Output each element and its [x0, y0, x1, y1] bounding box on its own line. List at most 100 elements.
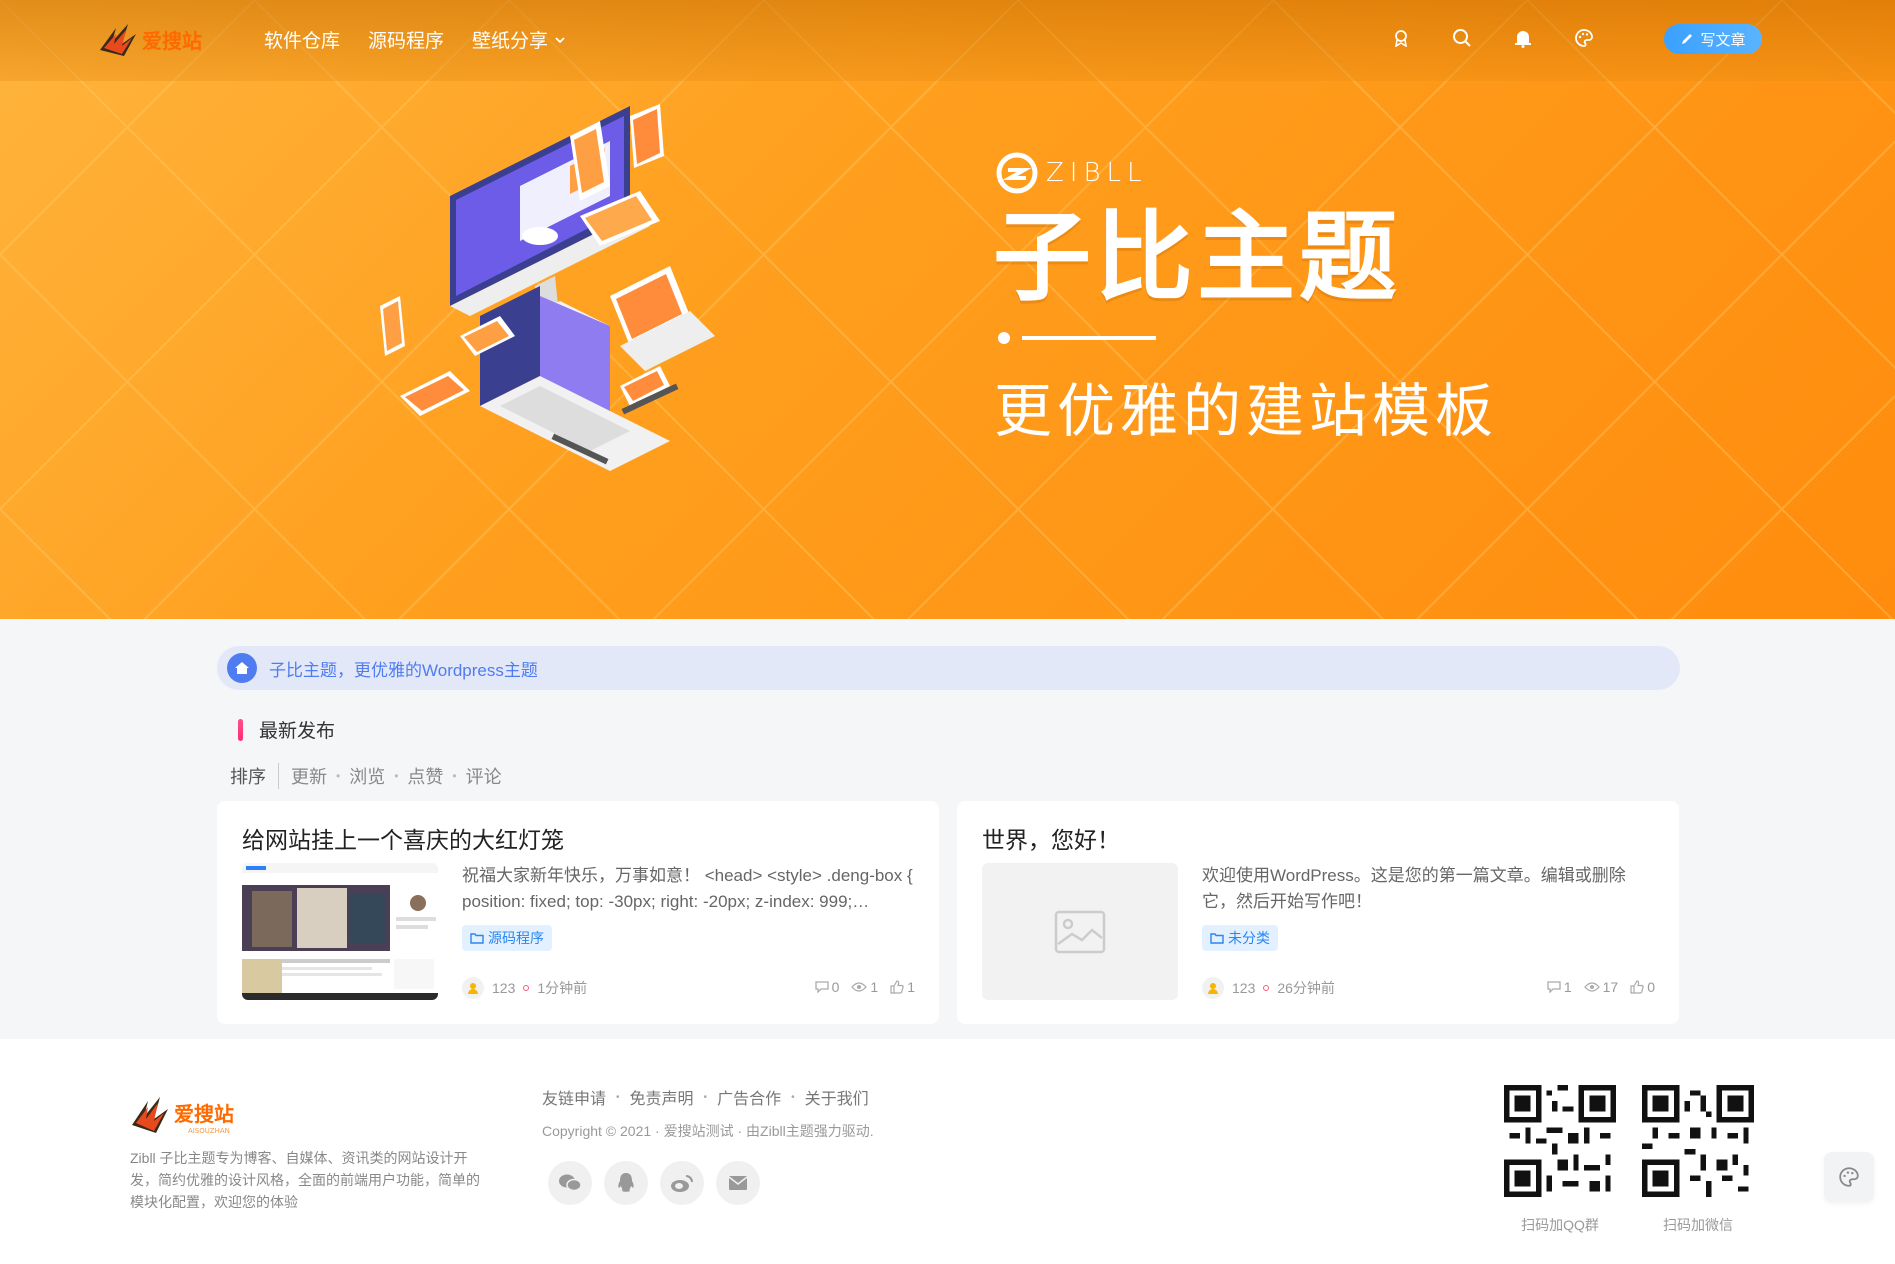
nav-label: 壁纸分享 — [472, 31, 549, 52]
post-stats: 1 17 0 — [1547, 979, 1655, 995]
hero-banner: ZIBLL 子比主题 更优雅的建站模板 — [0, 0, 1895, 619]
hero-subtitle: 更优雅的建站模板 — [994, 377, 1499, 445]
bell-icon[interactable] — [1512, 27, 1534, 49]
section-title: 最新发布 — [259, 721, 336, 742]
zibll-brand: ZIBLL — [996, 152, 1147, 194]
qr-code-image — [1504, 1085, 1616, 1197]
site-logo[interactable]: 爱搜站 — [98, 20, 210, 60]
footer-separator: • — [703, 1091, 708, 1103]
meta-dot — [1263, 985, 1270, 991]
post-card: 给网站挂上一个喜庆的大红灯笼 祝福大家新年快乐，万事如意！ <head> <st… — [217, 801, 939, 1024]
nav-label: 软件仓库 — [264, 31, 341, 52]
post-thumbnail[interactable] — [242, 863, 438, 1000]
sort-bar: 排序 更新 • 浏览 • 点赞 • 评论 — [230, 763, 502, 789]
pencil-icon — [1682, 34, 1693, 44]
post-title[interactable]: 世界，您好！ — [982, 821, 1120, 855]
like-count[interactable]: 0 — [1630, 979, 1655, 995]
theme-palette-button[interactable] — [1824, 1152, 1874, 1202]
hero-pattern — [0, 0, 1895, 619]
footer-separator: • — [616, 1091, 620, 1103]
palette-icon[interactable] — [1573, 27, 1595, 49]
qq-icon[interactable] — [604, 1161, 648, 1205]
qr-qq-group: 扫码加QQ群 — [1504, 1085, 1616, 1235]
view-count: 17 — [1583, 979, 1619, 995]
weibo-icon[interactable] — [660, 1161, 704, 1205]
sort-separator: • — [394, 769, 399, 783]
nav-source-code[interactable]: 源码程序 — [368, 26, 444, 53]
svg-text:爱搜站: 爱搜站 — [174, 1102, 234, 1126]
wechat-icon[interactable] — [548, 1161, 592, 1205]
nav-label: 源码程序 — [368, 31, 445, 52]
qr-code-image — [1642, 1085, 1754, 1197]
footer-link[interactable]: 广告合作 — [717, 1085, 781, 1109]
palette-icon — [1839, 1167, 1859, 1187]
notice-bar: 子比主题，更优雅的Wordpress主题 — [217, 646, 1680, 690]
main-nav: 软件仓库 源码程序 壁纸分享 — [264, 26, 566, 53]
post-excerpt: 祝福大家新年快乐，万事如意！ <head> <style> .deng-box … — [462, 866, 913, 911]
post-meta: 123 26分钟前 — [1202, 977, 1335, 999]
comment-icon — [814, 981, 829, 993]
brand-text: ZIBLL — [1046, 158, 1148, 188]
write-article-button[interactable]: 写文章 — [1664, 24, 1762, 54]
qr-wechat: 扫码加微信 — [1642, 1085, 1754, 1235]
footer-link[interactable]: 友链申请 — [542, 1085, 606, 1109]
footer-description: Zibll 子比主题专为博客、自媒体、资讯类的网站设计开发，简约优雅的设计风格，… — [130, 1150, 480, 1210]
sort-updated[interactable]: 更新 — [291, 763, 327, 789]
folder-icon — [470, 933, 484, 944]
comment-count-value: 0 — [831, 979, 840, 995]
view-count-value: 17 — [1602, 979, 1619, 995]
post-card: 世界，您好！ 欢迎使用WordPress。这是您的第一篇文章。编辑或删除它，然后… — [957, 801, 1679, 1024]
copyright: Copyright © 2021 · 爱搜站测试 · 由Zibll主题强力驱动. — [542, 1123, 874, 1139]
section-header: 最新发布 — [238, 716, 335, 743]
thumbs-up-icon — [1630, 980, 1644, 994]
post-time: 1分钟前 — [537, 980, 588, 996]
view-count: 1 — [851, 979, 878, 995]
svg-text:爱搜站: 爱搜站 — [142, 29, 202, 53]
post-thumbnail-placeholder[interactable] — [982, 863, 1178, 1000]
footer-link[interactable]: 免责声明 — [630, 1085, 694, 1109]
author-name[interactable]: 123 — [492, 980, 515, 996]
section-accent-bar — [238, 718, 243, 741]
sort-comments[interactable]: 评论 — [466, 763, 502, 789]
category-label: 未分类 — [1228, 930, 1270, 946]
eye-icon — [851, 982, 868, 992]
avatar[interactable] — [1202, 977, 1224, 999]
chevron-down-icon — [555, 36, 565, 43]
site-footer: 爱搜站 AISOUZHAN Zibll 子比主题专为博客、自媒体、资讯类的网站设… — [0, 1039, 1895, 1264]
medal-icon[interactable] — [1390, 27, 1412, 49]
category-tag[interactable]: 源码程序 — [462, 925, 552, 951]
sort-separator: • — [336, 769, 341, 783]
notice-text[interactable]: 子比主题，更优雅的Wordpress主题 — [269, 656, 538, 681]
hero-divider — [998, 332, 1156, 344]
search-icon[interactable] — [1451, 27, 1473, 49]
post-title[interactable]: 给网站挂上一个喜庆的大红灯笼 — [242, 821, 564, 855]
footer-link[interactable]: 关于我们 — [805, 1085, 869, 1109]
write-label: 写文章 — [1700, 31, 1746, 49]
comment-icon — [1547, 981, 1561, 993]
footer-logo[interactable]: 爱搜站 AISOUZHAN — [130, 1089, 250, 1139]
comment-count: 1 — [1547, 979, 1572, 995]
nav-software[interactable]: 软件仓库 — [264, 26, 340, 53]
qr-label: 扫码加QQ群 — [1521, 1217, 1599, 1233]
image-placeholder-icon — [1054, 910, 1106, 953]
sort-views[interactable]: 浏览 — [349, 763, 385, 789]
like-count-value: 0 — [1647, 979, 1655, 995]
social-links — [548, 1161, 760, 1205]
post-excerpt: 欢迎使用WordPress。这是您的第一篇文章。编辑或删除它，然后开始写作吧！ — [1202, 866, 1626, 911]
comment-count: 0 — [814, 979, 840, 995]
author-name[interactable]: 123 — [1232, 980, 1255, 996]
like-count[interactable]: 1 — [890, 979, 915, 995]
nav-wallpaper[interactable]: 壁纸分享 — [472, 26, 566, 53]
category-tag[interactable]: 未分类 — [1202, 925, 1278, 951]
comment-count-value: 1 — [1563, 979, 1572, 995]
eye-icon — [1583, 982, 1600, 992]
sort-likes[interactable]: 点赞 — [407, 763, 443, 789]
devices-illustration — [380, 104, 715, 471]
view-count-value: 1 — [870, 979, 879, 995]
post-time: 26分钟前 — [1277, 980, 1335, 996]
post-meta: 123 1分钟前 — [462, 977, 587, 999]
avatar[interactable] — [462, 977, 484, 999]
mail-icon[interactable] — [716, 1161, 760, 1205]
post-stats: 0 1 1 — [814, 979, 915, 995]
meta-dot — [523, 985, 530, 991]
